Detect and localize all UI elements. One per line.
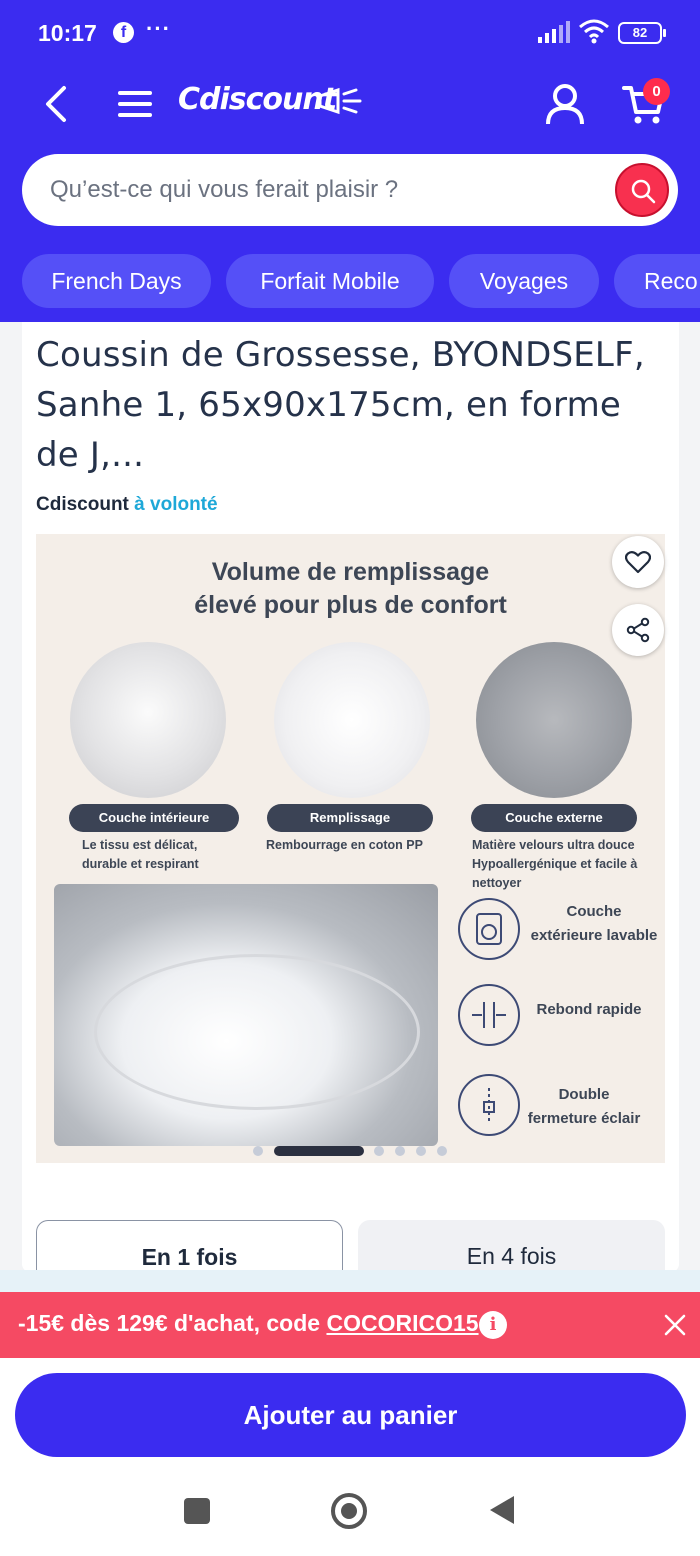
carousel-dot[interactable] [374, 1146, 384, 1156]
top-header: 10:17 f ··· 82 Cdiscount 0 Qu’est-ce qui… [0, 0, 700, 322]
layer-pill-outer: Couche externe [471, 804, 637, 832]
layer-note-outer-line-2: Hypoallergénique et facile à [472, 857, 638, 871]
layer-note-filling-line-1: Rembourrage en coton PP [266, 838, 423, 852]
filling-photo [274, 642, 430, 798]
product-card: Coussin de Grossesse, BYONDSELF, Sanhe 1… [22, 322, 679, 1280]
chip-reco[interactable]: Reco [614, 254, 700, 308]
feature-washable-line-1: Couche [566, 903, 622, 920]
info-icon[interactable]: i [479, 1311, 507, 1339]
heart-icon [625, 551, 651, 574]
layer-pill-inner: Couche intérieure [69, 804, 239, 832]
image-headline: Volume de remplissage élevé pour plus de… [36, 556, 665, 622]
carousel-dot[interactable] [416, 1146, 426, 1156]
carousel-dot[interactable] [395, 1146, 405, 1156]
system-nav-bar [0, 1474, 700, 1556]
battery-icon: 82 [618, 22, 666, 44]
outer-layer-photo [476, 642, 632, 798]
account-icon[interactable] [545, 84, 585, 126]
favorite-button[interactable] [612, 536, 664, 588]
search-button[interactable] [615, 163, 669, 217]
more-notifications-icon: ··· [146, 16, 171, 41]
layer-note-filling: Rembourrage en coton PP [266, 836, 423, 855]
close-icon[interactable] [662, 1312, 688, 1338]
feature-washable: Couche extérieure lavable [524, 900, 664, 948]
search-bar [22, 154, 678, 226]
image-headline-line-2: élevé pour plus de confort [194, 591, 507, 619]
inner-layer-photo [70, 642, 226, 798]
washing-machine-icon [458, 898, 520, 960]
feature-zipper: Double fermeture éclair [524, 1083, 644, 1131]
seller-program[interactable]: à volonté [134, 494, 217, 515]
cart-count-badge: 0 [643, 78, 670, 105]
add-to-cart-button[interactable]: Ajouter au panier [15, 1373, 686, 1457]
search-icon [631, 179, 656, 204]
layer-note-outer-line-3: nettoyer [472, 876, 522, 890]
cdiscount-logo[interactable]: Cdiscount [178, 82, 337, 117]
carousel-dot[interactable] [437, 1146, 447, 1156]
feature-zipper-line-2: fermeture éclair [527, 1110, 641, 1127]
search-input[interactable] [50, 154, 610, 226]
seller-name: Cdiscount [36, 494, 129, 515]
feature-zipper-line-1: Double [558, 1086, 610, 1103]
layer-note-outer-line-1: Matière velours ultra douce [472, 838, 635, 852]
promo-message: -15€ dès 129€ d'achat, code [18, 1310, 327, 1336]
carousel-dot-active[interactable] [274, 1146, 364, 1156]
carousel-dot[interactable] [253, 1146, 263, 1156]
share-icon [626, 617, 650, 643]
layer-note-inner-line-2: durable et respirant [82, 857, 199, 871]
pillow-zipper-photo [54, 884, 438, 1146]
promo-banner: -15€ dès 129€ d'achat, code COCORICO15 i [0, 1292, 700, 1358]
product-title: Coussin de Grossesse, BYONDSELF, Sanhe 1… [36, 335, 645, 475]
rebound-icon [458, 984, 520, 1046]
wifi-icon [579, 19, 609, 44]
promo-text: -15€ dès 129€ d'achat, code COCORICO15 [18, 1310, 479, 1337]
facebook-icon: f [113, 22, 134, 43]
status-time: 10:17 [38, 20, 97, 46]
menu-icon[interactable] [118, 89, 154, 119]
megaphone-icon [318, 87, 362, 115]
feature-rebound: Rebond rapide [524, 998, 654, 1022]
zipper-icon [458, 1074, 520, 1136]
signal-icon [538, 21, 570, 43]
carousel-indicator [36, 1144, 665, 1158]
category-chips: French Days Forfait Mobile Voyages Reco [0, 254, 700, 310]
feature-rebound-line-1: Rebond rapide [536, 1001, 642, 1018]
home-icon[interactable] [331, 1493, 367, 1529]
seller-label: Cdiscount à volonté [36, 494, 218, 516]
layer-pill-filling: Remplissage [267, 804, 433, 832]
chip-forfait-mobile[interactable]: Forfait Mobile [226, 254, 434, 308]
promo-code[interactable]: COCORICO15 [326, 1310, 478, 1336]
promo-separator [0, 1270, 700, 1292]
nav-bar: Cdiscount 0 [0, 70, 700, 140]
layer-note-outer: Matière velours ultra douce Hypoallergén… [472, 836, 637, 893]
product-image-gallery[interactable]: Volume de remplissage élevé pour plus de… [36, 534, 665, 1163]
chip-french-days[interactable]: French Days [22, 254, 211, 308]
layer-note-inner: Le tissu est délicat, durable et respira… [82, 836, 199, 874]
back-arrow-icon[interactable] [40, 84, 74, 124]
system-back-icon[interactable] [488, 1494, 516, 1526]
chip-voyages[interactable]: Voyages [449, 254, 599, 308]
status-bar: 10:17 f ··· 82 [0, 0, 700, 66]
feature-washable-line-2: extérieure lavable [530, 927, 658, 944]
layer-note-inner-line-1: Le tissu est délicat, [82, 838, 198, 852]
recent-apps-icon[interactable] [184, 1498, 210, 1524]
share-button[interactable] [612, 604, 664, 656]
image-headline-line-1: Volume de remplissage [211, 558, 490, 586]
